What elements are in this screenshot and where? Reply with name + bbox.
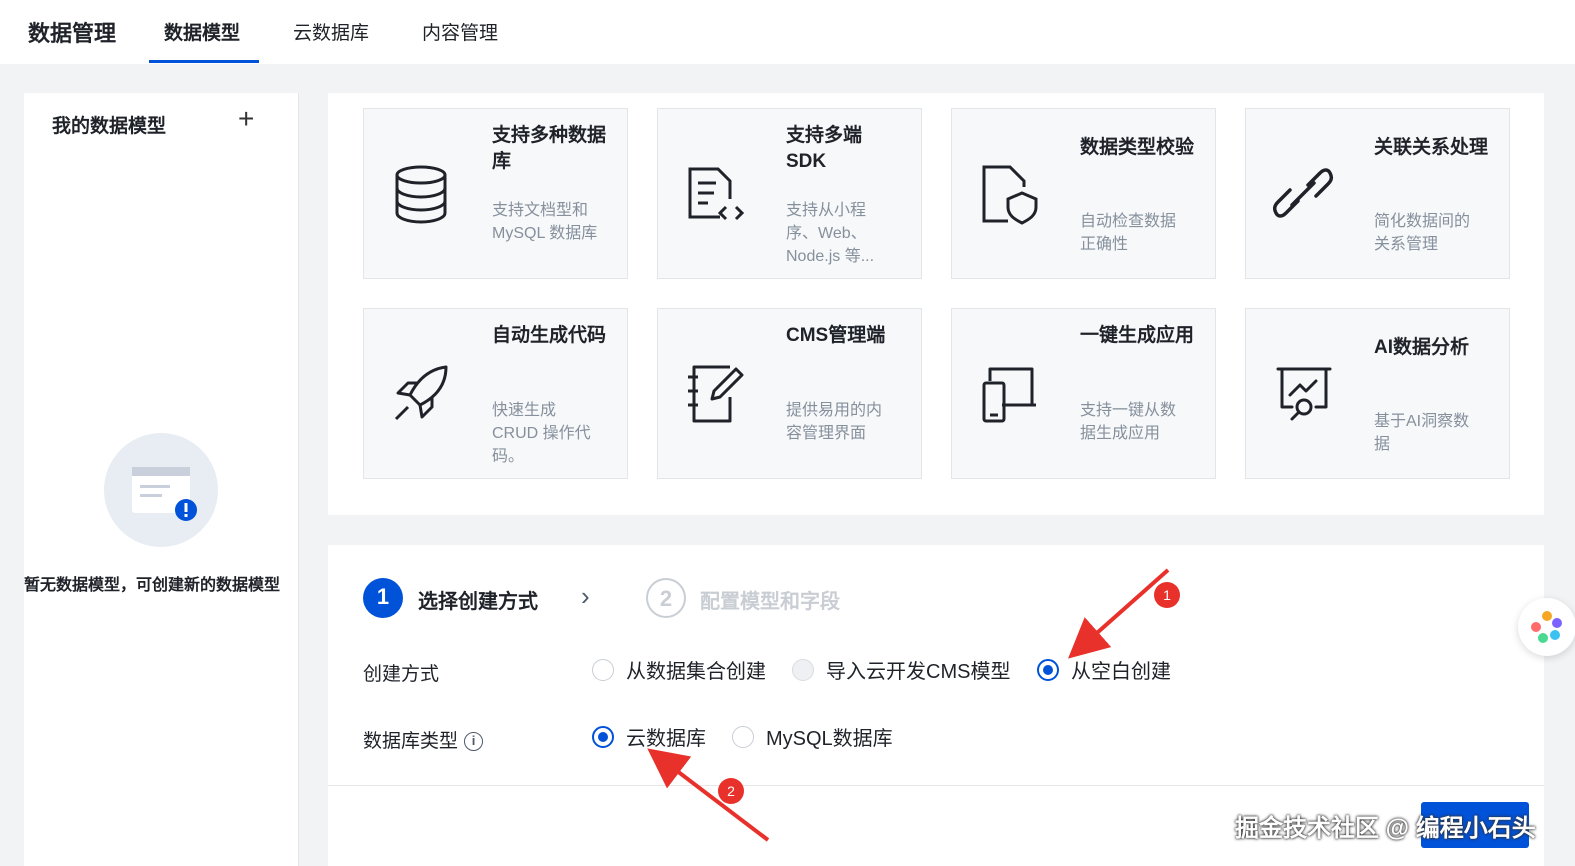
annotation-badge-2: 2	[718, 778, 744, 804]
radio-label: 云数据库	[626, 728, 706, 750]
feature-title: 一键生成应用	[1080, 325, 1195, 346]
radio-from-collection[interactable]: 从数据集合创建	[592, 655, 766, 684]
radio-circle[interactable]	[732, 725, 754, 748]
feature-desc: 支持文档型和 MySQL 数据库	[492, 202, 598, 242]
feature-title: 自动生成代码	[492, 325, 607, 346]
link-icon	[1272, 161, 1334, 227]
feature-title: 支持多端 SDK	[786, 125, 863, 172]
tab-data-model[interactable]: 数据模型	[164, 18, 240, 45]
radio-circle[interactable]	[1037, 658, 1059, 681]
sidebar: 我的数据模型 + 暂无数据模型，可创建新的数据模型	[24, 93, 299, 866]
annotation-badge-1: 1	[1154, 582, 1180, 608]
app-title: 数据管理	[28, 21, 117, 46]
radio-import-cms[interactable]: 导入云开发CMS模型	[792, 655, 1010, 684]
empty-state-icon	[104, 433, 218, 547]
chevron-right-icon: ›	[581, 581, 590, 611]
feature-card: 数据类型校验 自动检查数据正确性	[951, 108, 1216, 279]
db-type-label: 数据库类型 i	[363, 726, 484, 753]
radio-label: MySQL数据库	[766, 728, 893, 750]
database-icon	[390, 161, 452, 227]
features-panel: 支持多种数据库 支持文档型和 MySQL 数据库 支持多端 SDK 支持从小程序…	[328, 93, 1544, 515]
radio-from-blank[interactable]: 从空白创建	[1037, 655, 1171, 684]
step-2-label: 配置模型和字段	[700, 591, 840, 613]
feature-card: 一键生成应用 支持一键从数据生成应用	[951, 308, 1216, 479]
assistant-icon[interactable]	[1518, 598, 1575, 656]
radio-cloud-db[interactable]: 云数据库	[592, 722, 706, 751]
info-icon[interactable]: i	[464, 732, 484, 752]
feature-desc: 简化数据间的关系管理	[1374, 213, 1471, 253]
feature-desc: 自动检查数据正确性	[1080, 213, 1177, 253]
devices-icon	[978, 361, 1040, 427]
feature-card: CMS管理端 提供易用的内容管理界面	[657, 308, 922, 479]
radio-circle[interactable]	[592, 725, 614, 748]
feature-title: 关联关系处理	[1374, 137, 1489, 158]
plus-icon[interactable]: +	[238, 105, 254, 133]
tab-content-management[interactable]: 内容管理	[422, 18, 498, 45]
step-2-number: 2	[646, 578, 686, 618]
active-tab-indicator	[149, 60, 259, 63]
divider	[328, 785, 1544, 786]
feature-desc: 支持一键从数据生成应用	[1080, 402, 1177, 442]
radio-label: 导入云开发CMS模型	[826, 661, 1011, 683]
feature-card: AI数据分析 基于AI洞察数据	[1245, 308, 1510, 479]
empty-state-text: 暂无数据模型，可创建新的数据模型	[24, 577, 281, 594]
feature-title: 支持多种数据库	[492, 125, 607, 172]
feature-desc: 支持从小程序、Web、Node.js 等...	[786, 202, 875, 265]
radio-circle[interactable]	[592, 658, 614, 681]
feature-card: 支持多端 SDK 支持从小程序、Web、Node.js 等...	[657, 108, 922, 279]
create-method-label: 创建方式	[363, 664, 440, 685]
feature-desc: 基于AI洞察数据	[1374, 413, 1470, 453]
radio-label: 从数据集合创建	[626, 661, 766, 683]
step-1-number: 1	[363, 578, 403, 618]
feature-title: 数据类型校验	[1080, 137, 1195, 158]
feature-desc: 提供易用的内容管理界面	[786, 402, 883, 442]
sidebar-title: 我的数据模型	[52, 116, 167, 137]
shield-file-icon	[978, 161, 1040, 227]
top-bar: 数据管理 数据模型 云数据库 内容管理	[0, 0, 1575, 64]
radio-label: 从空白创建	[1071, 661, 1171, 683]
feature-card: 自动生成代码 快速生成 CRUD 操作代码。	[363, 308, 628, 479]
radio-circle[interactable]	[792, 658, 814, 681]
feature-card: 关联关系处理 简化数据间的关系管理	[1245, 108, 1510, 279]
tab-cloud-database[interactable]: 云数据库	[293, 18, 369, 45]
step-1-label: 选择创建方式	[418, 591, 538, 613]
watermark: 掘金技术社区 @ 编程小石头	[1235, 815, 1536, 842]
feature-title: AI数据分析	[1374, 337, 1470, 358]
radio-mysql-db[interactable]: MySQL数据库	[732, 722, 893, 751]
feature-desc: 快速生成 CRUD 操作代码。	[492, 402, 591, 465]
rocket-icon	[390, 361, 452, 427]
feature-title: CMS管理端	[786, 325, 886, 346]
feature-card: 支持多种数据库 支持文档型和 MySQL 数据库	[363, 108, 628, 279]
analytics-icon	[1272, 361, 1334, 427]
code-file-icon	[684, 161, 746, 227]
notebook-edit-icon	[684, 361, 746, 427]
db-type-label-text: 数据库类型	[363, 731, 459, 752]
